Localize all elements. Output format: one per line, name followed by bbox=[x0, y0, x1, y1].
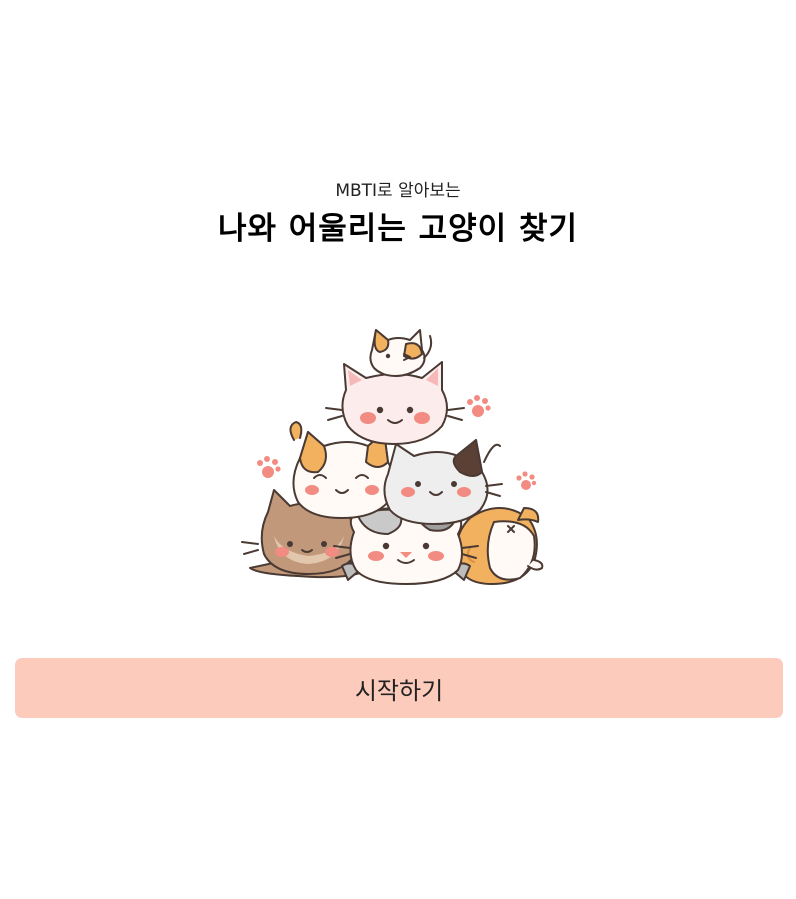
paw-print-left-icon bbox=[257, 456, 281, 478]
small-top-cat-icon bbox=[369, 329, 433, 377]
page-title: 나와 어울리는 고양이 찾기 bbox=[217, 211, 579, 247]
start-button[interactable]: 시작하기 bbox=[15, 658, 783, 718]
page-subtitle: MBTI로 알아보는 bbox=[335, 181, 461, 201]
paw-print-right-icon bbox=[516, 471, 537, 490]
cat-pile-illustration bbox=[241, 329, 544, 585]
orange-cat-back-icon bbox=[455, 507, 544, 585]
paw-print-top-right-icon bbox=[467, 395, 491, 417]
